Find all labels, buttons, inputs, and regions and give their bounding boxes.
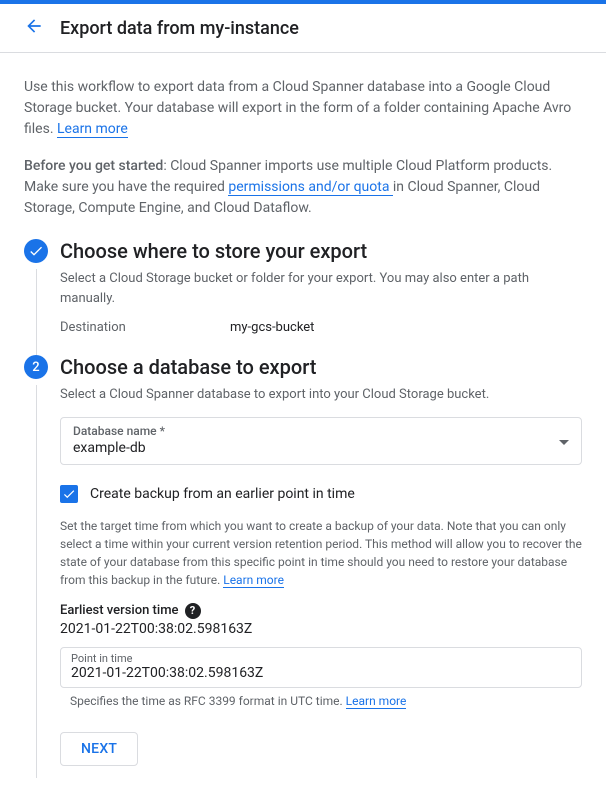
rfc-learn-more-link[interactable]: Learn more: [346, 694, 407, 709]
step-1-desc: Select a Cloud Storage bucket or folder …: [60, 269, 582, 308]
point-in-time-input[interactable]: [71, 665, 571, 681]
point-in-time-label: Point in time: [71, 652, 571, 665]
page-header: Export data from my-instance: [0, 4, 606, 53]
step-1-header: Choose where to store your export: [24, 239, 582, 263]
checkbox-label: Create backup from an earlier point in t…: [90, 486, 355, 502]
backup-checkbox-row[interactable]: Create backup from an earlier point in t…: [60, 485, 582, 503]
help-icon[interactable]: ?: [185, 603, 201, 619]
learn-more-link[interactable]: Learn more: [57, 121, 128, 138]
page-title: Export data from my-instance: [60, 18, 299, 39]
point-in-time-hint: Specifies the time as RFC 3399 format in…: [60, 694, 582, 708]
backup-learn-more-link[interactable]: Learn more: [223, 573, 284, 588]
permissions-link[interactable]: permissions and/or quota: [228, 179, 393, 196]
backup-helper-text: Set the target time from which you want …: [60, 517, 582, 589]
database-label: Database name *: [73, 424, 569, 438]
destination-label: Destination: [60, 320, 230, 335]
database-select[interactable]: Database name * example-db: [60, 417, 582, 465]
destination-value: my-gcs-bucket: [230, 320, 314, 335]
earliest-version-value: 2021-01-22T00:38:02.598163Z: [60, 621, 582, 637]
back-arrow-icon[interactable]: [24, 16, 44, 40]
point-in-time-field[interactable]: Point in time: [60, 647, 582, 688]
step-2-header: 2 Choose a database to export: [24, 355, 582, 379]
next-button[interactable]: NEXT: [60, 732, 138, 766]
step-2-body: Select a Cloud Spanner database to expor…: [36, 385, 582, 778]
hint-text: Specifies the time as RFC 3399 format in…: [70, 694, 346, 708]
step-1-body: Select a Cloud Storage bucket or folder …: [36, 269, 582, 355]
database-value: example-db: [73, 440, 569, 456]
helper-text-a: Set the target time from which you want …: [60, 519, 582, 587]
intro-bold: Before you get started: [24, 158, 163, 174]
intro-text: Use this workflow to export data from a …: [24, 77, 582, 219]
checkmark-icon: [24, 239, 48, 263]
earliest-version-label: Earliest version time: [60, 603, 179, 618]
step-2-desc: Select a Cloud Spanner database to expor…: [60, 385, 582, 405]
step-1-title: Choose where to store your export: [60, 239, 367, 263]
step-number-icon: 2: [24, 355, 48, 379]
step-2-title: Choose a database to export: [60, 355, 316, 379]
chevron-down-icon: [559, 433, 569, 449]
checkbox-checked-icon: [60, 485, 78, 503]
